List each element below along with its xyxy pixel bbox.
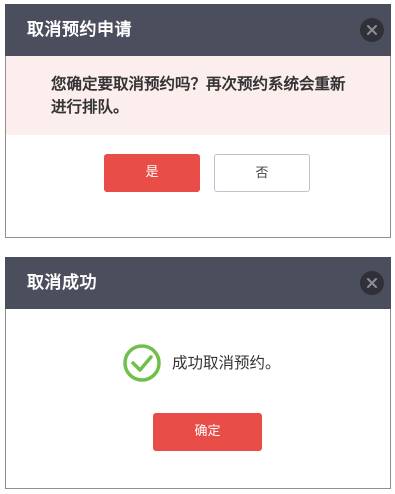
confirm-button[interactable]: 确定 <box>153 413 262 451</box>
confirm-message-line1: 您确定要取消预约吗？再次预约系统会重新 <box>51 75 346 93</box>
success-message: 成功取消预约。 <box>172 354 281 372</box>
yes-button[interactable]: 是 <box>104 154 200 192</box>
cancel-success-dialog: 取消成功 成功取消预约。 确定 <box>5 257 391 489</box>
confirm-message: 您确定要取消预约吗？再次预约系统会重新 进行排队。 <box>51 73 371 119</box>
cancel-confirm-dialog: 取消预约申请 您确定要取消预约吗？再次预约系统会重新 进行排队。 是 否 <box>5 4 391 238</box>
confirm-message-line2: 进行排队。 <box>51 98 129 116</box>
dialog-title: 取消预约申请 <box>27 20 132 40</box>
no-button[interactable]: 否 <box>214 154 310 192</box>
close-button[interactable] <box>360 18 384 42</box>
close-button[interactable] <box>360 271 384 295</box>
dialog-title: 取消成功 <box>27 273 97 293</box>
dialog-titlebar: 取消预约申请 <box>5 4 391 56</box>
close-icon <box>367 25 377 35</box>
check-circle-icon <box>123 344 161 382</box>
warning-message-area: 您确定要取消预约吗？再次预约系统会重新 进行排队。 <box>6 56 390 135</box>
close-icon <box>367 278 377 288</box>
dialog-titlebar: 取消成功 <box>5 257 391 309</box>
